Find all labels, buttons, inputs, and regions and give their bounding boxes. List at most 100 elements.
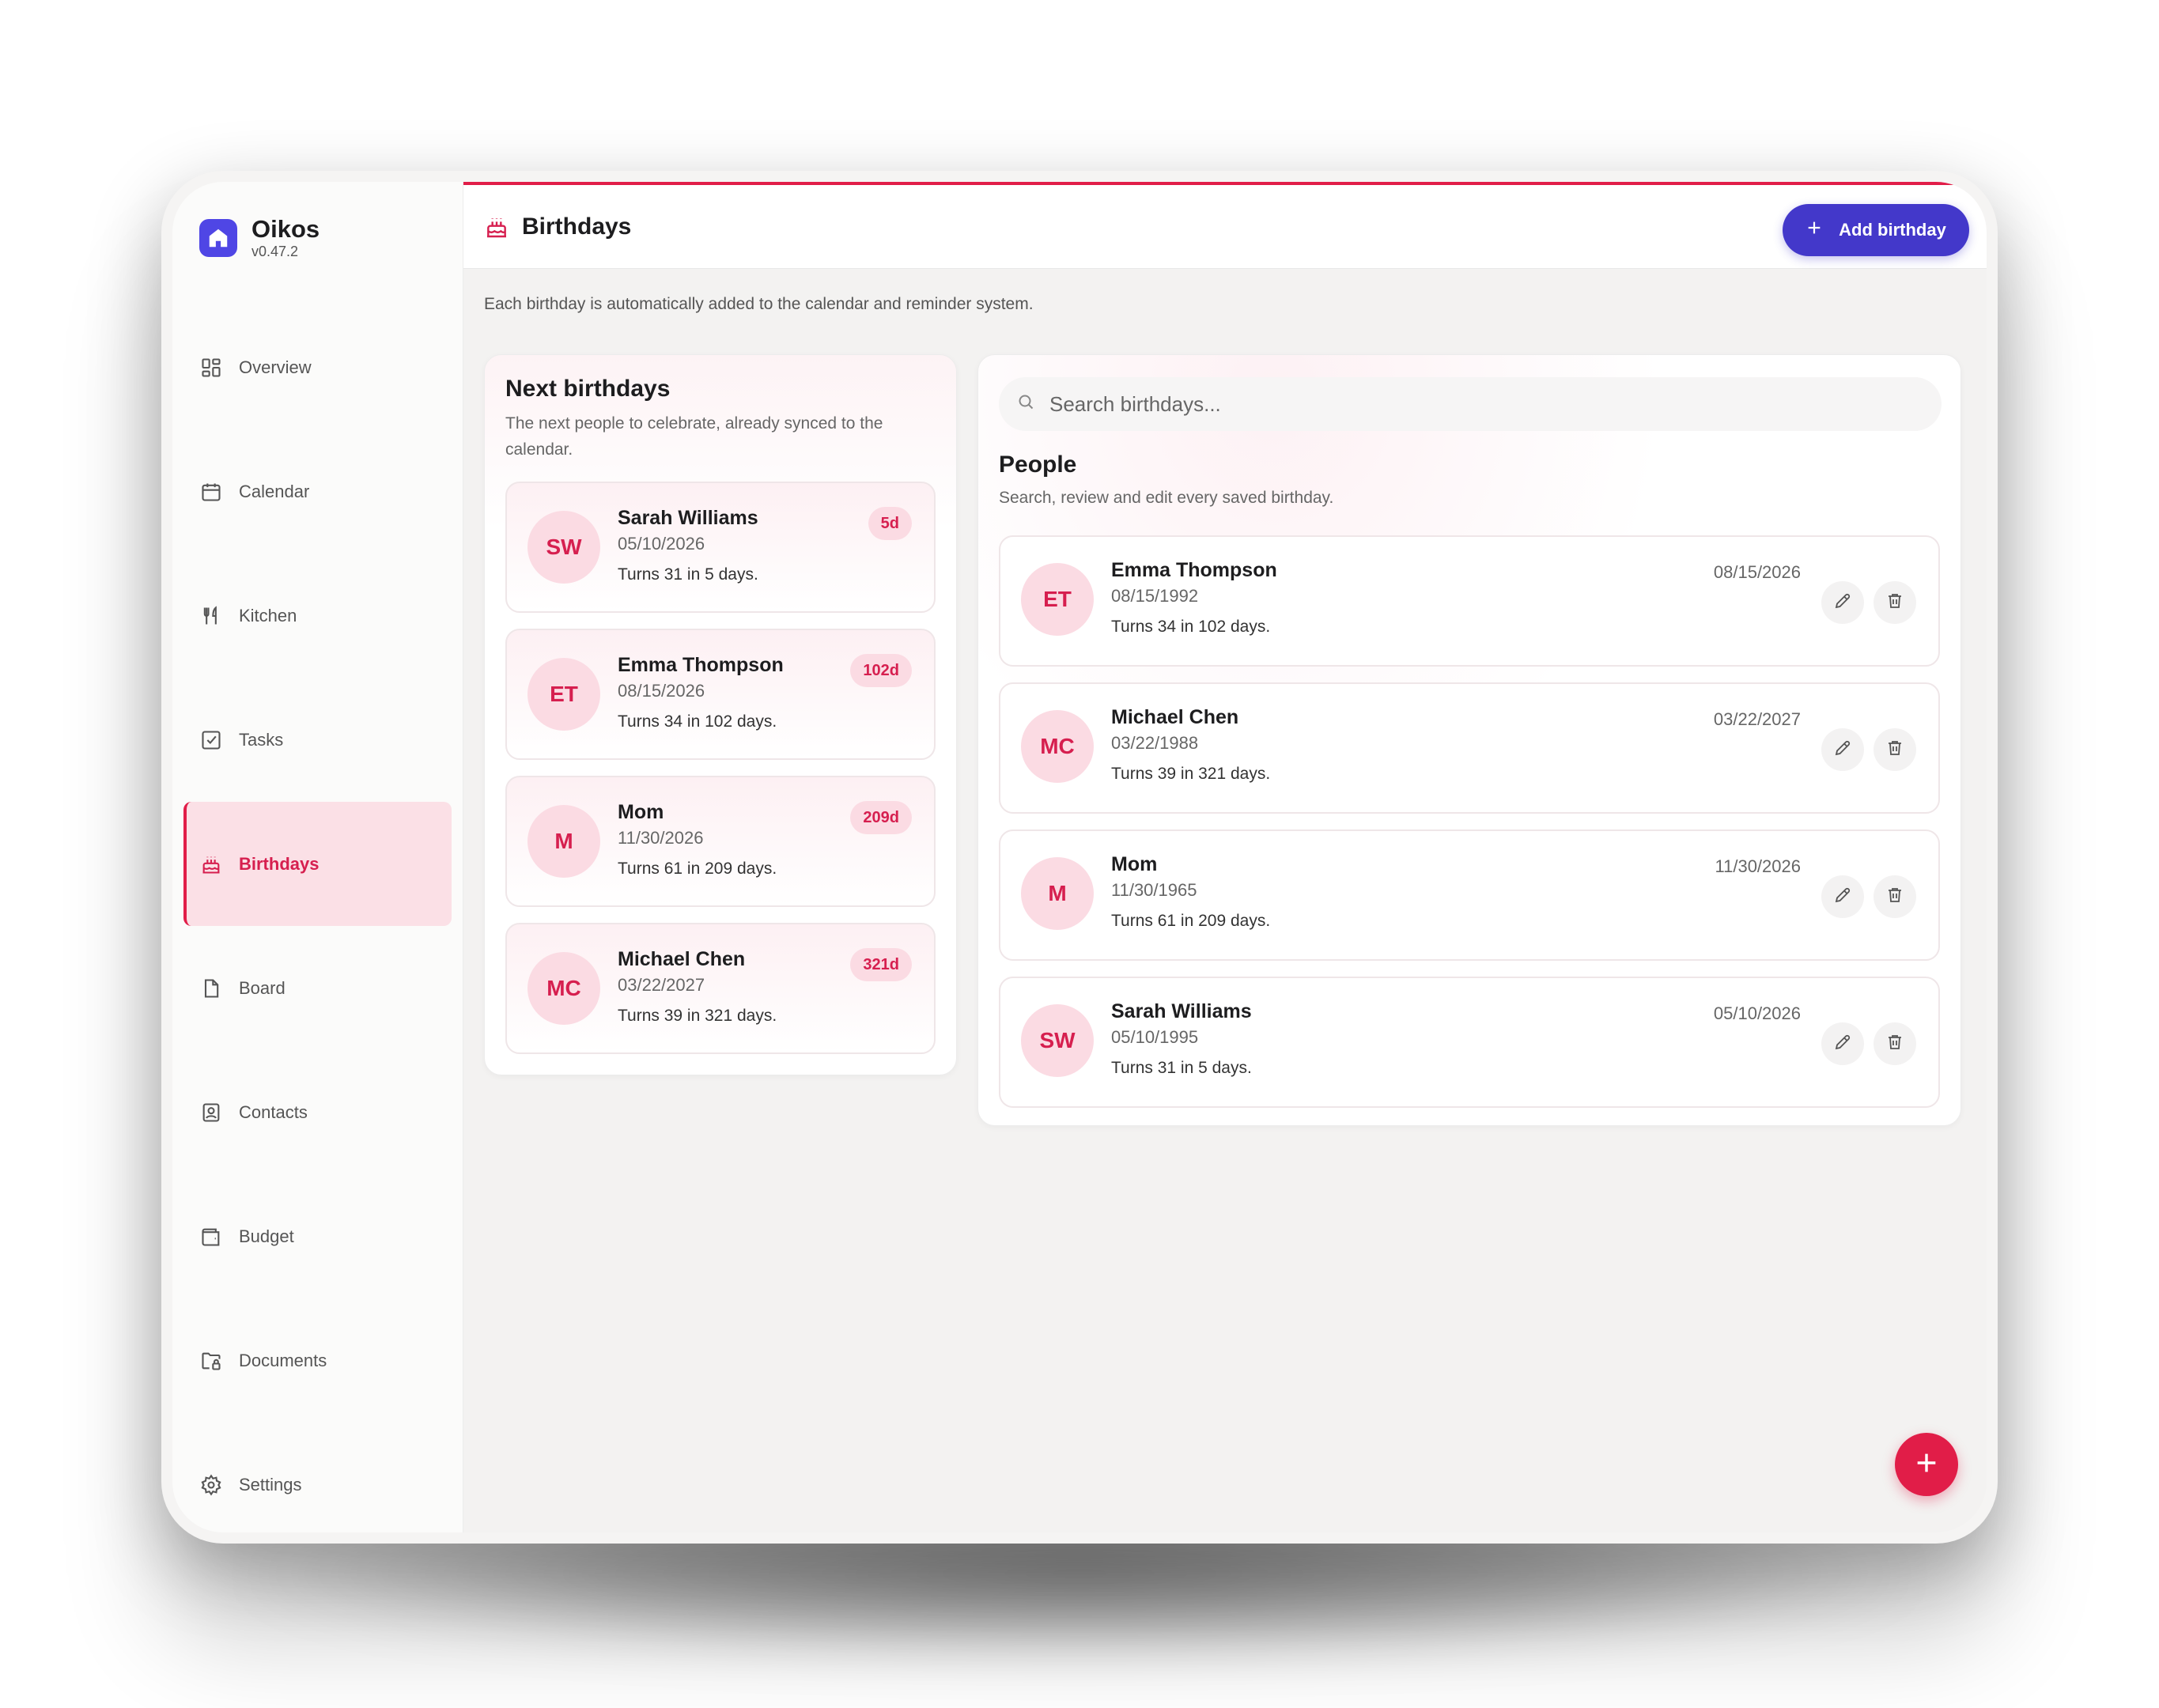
people-description: Search, review and edit every saved birt…: [999, 489, 1334, 507]
sidebar-item-label: Overview: [239, 357, 312, 377]
turns-text: Turns 34 in 102 days.: [618, 712, 777, 731]
brand[interactable]: Oikos v0.47.2: [199, 217, 320, 259]
edit-button[interactable]: [1821, 1022, 1864, 1065]
utensils-icon: [199, 604, 223, 628]
app-version: v0.47.2: [251, 244, 299, 259]
days-badge: 102d: [850, 654, 912, 687]
next-birthdays-title: Next birthdays: [505, 376, 671, 402]
edit-button[interactable]: [1821, 728, 1864, 771]
edit-button[interactable]: [1821, 581, 1864, 624]
person-name: Mom: [1111, 853, 1158, 875]
people-list: ET Emma Thompson 08/15/1992 Turns 34 in …: [999, 535, 1940, 1124]
person-card[interactable]: MC Michael Chen 03/22/1988 Turns 39 in 3…: [999, 682, 1940, 814]
sidebar-item-calendar[interactable]: Calendar: [172, 429, 463, 554]
avatar: MC: [527, 952, 600, 1025]
person-name: Emma Thompson: [618, 654, 784, 676]
sidebar-item-board[interactable]: Board: [172, 926, 463, 1050]
calendar-icon: [199, 480, 223, 504]
person-card[interactable]: M Mom 11/30/1965 Turns 61 in 209 days. 1…: [999, 829, 1940, 961]
pencil-icon: [1833, 886, 1852, 909]
sidebar-item-documents[interactable]: Documents: [172, 1298, 463, 1423]
trash-icon: [1885, 1033, 1904, 1056]
sidebar-item-settings[interactable]: Settings: [172, 1423, 463, 1532]
page-subtitle: Each birthday is automatically added to …: [484, 295, 1034, 313]
birth-date: 11/30/1965: [1111, 880, 1197, 900]
folder-lock-icon: [199, 1349, 223, 1373]
sidebar-item-label: Contacts: [239, 1102, 308, 1122]
avatar: M: [1021, 857, 1094, 930]
people-panel: Search birthdays... People Search, revie…: [977, 354, 1961, 1126]
search-icon: [1016, 392, 1035, 417]
turns-text: Turns 34 in 102 days.: [1111, 618, 1271, 636]
trash-icon: [1885, 591, 1904, 614]
wallet-icon: [199, 1225, 223, 1249]
avatar: M: [527, 805, 600, 878]
birthday-date: 03/22/2027: [618, 975, 705, 995]
avatar: ET: [1021, 563, 1094, 636]
trash-icon: [1885, 739, 1904, 761]
add-birthday-label: Add birthday: [1839, 220, 1946, 240]
file-icon: [199, 977, 223, 1000]
floating-add-button[interactable]: [1895, 1433, 1958, 1496]
plus-icon: [1805, 219, 1823, 241]
home-icon: [199, 219, 237, 257]
delete-button[interactable]: [1874, 728, 1916, 771]
app-screen: Oikos v0.47.2 Overview Calendar Kitchen …: [172, 182, 1987, 1532]
search-input[interactable]: Search birthdays...: [999, 377, 1942, 431]
add-birthday-button[interactable]: Add birthday: [1783, 204, 1969, 256]
page-title: Birthdays: [522, 213, 632, 240]
pencil-icon: [1833, 591, 1852, 614]
plus-icon: [1913, 1449, 1940, 1480]
next-birthdays-panel: Next birthdays The next people to celebr…: [484, 354, 957, 1075]
person-name: Michael Chen: [1111, 706, 1239, 728]
next-birthday-date: 08/15/2026: [1713, 562, 1801, 582]
checkbox-icon: [199, 728, 223, 752]
turns-text: Turns 31 in 5 days.: [1111, 1059, 1252, 1077]
sidebar: Oikos v0.47.2 Overview Calendar Kitchen …: [172, 182, 463, 1532]
turns-text: Turns 39 in 321 days.: [1111, 765, 1271, 783]
avatar: SW: [1021, 1004, 1094, 1077]
search-placeholder: Search birthdays...: [1049, 391, 1221, 416]
main-content: Birthdays Add birthday Each birthday is …: [463, 182, 1987, 1532]
sidebar-item-contacts[interactable]: Contacts: [172, 1050, 463, 1174]
birthday-date: 05/10/2026: [618, 534, 705, 554]
pencil-icon: [1833, 1033, 1852, 1056]
person-card[interactable]: SW Sarah Williams 05/10/1995 Turns 31 in…: [999, 977, 1940, 1108]
people-title: People: [999, 452, 1077, 478]
days-badge: 321d: [850, 948, 912, 981]
turns-text: Turns 61 in 209 days.: [1111, 912, 1271, 930]
cake-icon: [199, 852, 223, 876]
avatar: MC: [1021, 710, 1094, 783]
sidebar-item-label: Tasks: [239, 729, 284, 750]
top-bar: Birthdays Add birthday: [463, 182, 1987, 269]
turns-text: Turns 31 in 5 days.: [618, 565, 758, 584]
birth-date: 05/10/1995: [1111, 1027, 1199, 1047]
sidebar-item-overview[interactable]: Overview: [172, 305, 463, 429]
next-birthday-card[interactable]: ET Emma Thompson 08/15/2026 Turns 34 in …: [505, 629, 936, 760]
days-badge: 5d: [868, 507, 912, 540]
edit-button[interactable]: [1821, 875, 1864, 918]
days-badge: 209d: [850, 801, 912, 834]
next-birthday-date: 05/10/2026: [1713, 1003, 1801, 1023]
sidebar-item-birthdays[interactable]: Birthdays: [183, 802, 452, 926]
sidebar-item-label: Calendar: [239, 481, 310, 501]
delete-button[interactable]: [1874, 875, 1916, 918]
sidebar-item-tasks[interactable]: Tasks: [172, 678, 463, 802]
person-name: Sarah Williams: [1111, 1000, 1252, 1022]
person-name: Mom: [618, 801, 664, 823]
gear-icon: [199, 1473, 223, 1497]
next-birthday-card[interactable]: M Mom 11/30/2026 Turns 61 in 209 days. 2…: [505, 776, 936, 907]
next-birthday-date: 11/30/2026: [1715, 856, 1801, 876]
next-birthday-card[interactable]: SW Sarah Williams 05/10/2026 Turns 31 in…: [505, 482, 936, 613]
sidebar-item-kitchen[interactable]: Kitchen: [172, 554, 463, 678]
sidebar-item-label: Settings: [239, 1474, 302, 1494]
sidebar-item-label: Budget: [239, 1226, 294, 1246]
next-birthday-card[interactable]: MC Michael Chen 03/22/2027 Turns 39 in 3…: [505, 923, 936, 1054]
delete-button[interactable]: [1874, 581, 1916, 624]
sidebar-item-budget[interactable]: Budget: [172, 1174, 463, 1298]
person-card[interactable]: ET Emma Thompson 08/15/1992 Turns 34 in …: [999, 535, 1940, 667]
contact-book-icon: [199, 1101, 223, 1124]
delete-button[interactable]: [1874, 1022, 1916, 1065]
tablet-frame: Oikos v0.47.2 Overview Calendar Kitchen …: [161, 171, 1998, 1544]
app-name: Oikos: [251, 215, 320, 243]
